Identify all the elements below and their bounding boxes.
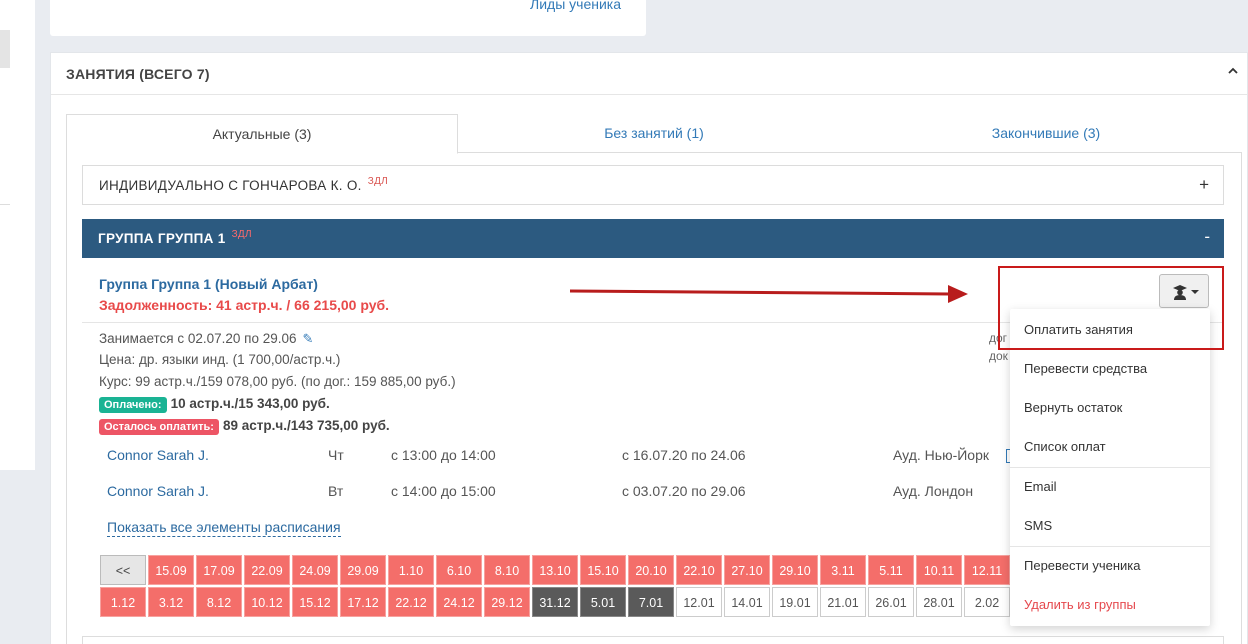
- schedule-time: с 14:00 до 15:00: [391, 483, 496, 499]
- price-info: Цена: др. языки инд. (1 700,00/астр.ч.): [99, 352, 341, 367]
- calendar-day[interactable]: 29.10: [772, 555, 818, 585]
- schedule-dates: с 03.07.20 по 29.06: [622, 483, 746, 499]
- teacher-link[interactable]: Connor Sarah J.: [107, 483, 209, 499]
- calendar-day[interactable]: 8.12: [196, 587, 242, 617]
- calendar-day[interactable]: 28.01: [916, 587, 962, 617]
- menu-sms[interactable]: SMS: [1010, 507, 1210, 545]
- calendar-day[interactable]: 12.11: [964, 555, 1010, 585]
- calendar-day[interactable]: 29.12: [484, 587, 530, 617]
- calendar-day[interactable]: 27.10: [724, 555, 770, 585]
- accordion-group[interactable]: ГРУППА ГРУППА 1 ЗДЛ -: [82, 219, 1224, 258]
- teacher-link[interactable]: Connor Sarah J.: [107, 447, 209, 463]
- schedule-day: Вт: [328, 483, 344, 499]
- left-sidebar-tab[interactable]: [0, 30, 10, 68]
- arrow-right-icon: [570, 285, 968, 303]
- calendar-day[interactable]: 22.09: [244, 555, 290, 585]
- period-info: Занимается с 02.07.20 по 29.06 ✎: [99, 331, 313, 347]
- accordion-individual[interactable]: ИНДИВИДУАЛЬНО С ГОНЧАРОВА К. О. ЗДЛ +: [82, 165, 1224, 205]
- menu-remove-from-group[interactable]: Удалить из группы: [1010, 586, 1210, 624]
- calendar-day[interactable]: 22.10: [676, 555, 722, 585]
- group-debt: Задолженность: 41 астр.ч. / 66 215,00 ру…: [99, 297, 390, 313]
- remain-info: Осталось оплатить: 89 астр.ч./143 735,00 …: [99, 418, 390, 435]
- zdl-tag: ЗДЛ: [367, 176, 389, 187]
- chevron-up-icon[interactable]: [1227, 65, 1239, 77]
- remain-value: 89 астр.ч./143 735,00 руб.: [222, 418, 390, 433]
- left-sidebar: [0, 0, 35, 470]
- annotation-highlight-box: [998, 266, 1224, 350]
- calendar-day[interactable]: 3.12: [148, 587, 194, 617]
- calendar-day[interactable]: 17.12: [340, 587, 386, 617]
- calendar-day[interactable]: 8.10: [484, 555, 530, 585]
- calendar-day[interactable]: 15.09: [148, 555, 194, 585]
- calendar-day[interactable]: 15.10: [580, 555, 626, 585]
- zdl-tag: ЗДЛ: [231, 229, 252, 240]
- calendar-day[interactable]: 21.01: [820, 587, 866, 617]
- schedule-row: Connor Sarah J. Чт с 13:00 до 14:00 с 16…: [107, 447, 1007, 467]
- collapse-icon[interactable]: -: [1204, 227, 1210, 247]
- calendar-day[interactable]: 10.11: [916, 555, 962, 585]
- menu-refund-balance[interactable]: Вернуть остаток: [1010, 389, 1210, 427]
- calendar-day[interactable]: 7.01: [628, 587, 674, 617]
- calendar-day[interactable]: 13.10: [532, 555, 578, 585]
- calendar-day[interactable]: 15.12: [292, 587, 338, 617]
- calendar-day[interactable]: 26.01: [868, 587, 914, 617]
- schedule-dates: с 16.07.20 по 24.06: [622, 447, 746, 463]
- menu-transfer-student[interactable]: Перевести ученика: [1010, 547, 1210, 585]
- show-all-schedule-link[interactable]: Показать все элементы расписания: [107, 519, 341, 537]
- expand-icon[interactable]: +: [1199, 175, 1209, 195]
- calendar-day[interactable]: 24.09: [292, 555, 338, 585]
- pencil-icon[interactable]: ✎: [303, 331, 314, 347]
- tab-no-lessons[interactable]: Без занятий (1): [458, 114, 850, 153]
- group-name-link[interactable]: Группа Группа 1 (Новый Арбат): [99, 276, 318, 292]
- calendar-day[interactable]: 17.09: [196, 555, 242, 585]
- student-actions-menu: Оплатить занятия Перевести средства Верн…: [1010, 309, 1210, 626]
- paid-info: Оплачено: 10 астр.ч./15 343,00 руб.: [99, 396, 330, 413]
- calendar-day[interactable]: 5.01: [580, 587, 626, 617]
- schedule-row: Connor Sarah J. Вт с 14:00 до 15:00 с 03…: [107, 483, 1007, 503]
- leads-link[interactable]: Лиды ученика: [530, 0, 621, 12]
- calendar-day[interactable]: 3.11: [820, 555, 866, 585]
- calendar-day[interactable]: 1.12: [100, 587, 146, 617]
- paid-badge: Оплачено:: [99, 397, 167, 413]
- accordion-title: ГРУППА ГРУППА 1 ЗДЛ: [98, 229, 252, 246]
- top-card: Лиды ученика: [50, 0, 646, 36]
- calendar-day[interactable]: 31.12: [532, 587, 578, 617]
- tab-actual[interactable]: Актуальные (3): [66, 114, 458, 154]
- paid-value: 10 астр.ч./15 343,00 руб.: [170, 396, 330, 411]
- calendar-day[interactable]: 22.12: [388, 587, 434, 617]
- next-accordion: [82, 636, 1224, 644]
- course-info: Курс: 99 астр.ч./159 078,00 руб. (по дог…: [99, 374, 456, 389]
- menu-payments-list[interactable]: Список оплат: [1010, 428, 1210, 466]
- calendar-day[interactable]: 6.10: [436, 555, 482, 585]
- contract-text: док: [989, 349, 1008, 363]
- menu-email[interactable]: Email: [1010, 468, 1210, 506]
- tab-finished[interactable]: Закончившие (3): [850, 114, 1242, 153]
- panel-header[interactable]: ЗАНЯТИЯ (ВСЕГО 7): [51, 53, 1247, 95]
- panel-title: ЗАНЯТИЯ (ВСЕГО 7): [66, 66, 210, 82]
- calendar-day[interactable]: 10.12: [244, 587, 290, 617]
- lessons-tabs: Актуальные (3) Без занятий (1) Закончивш…: [66, 114, 1242, 154]
- calendar-day[interactable]: 2.02: [964, 587, 1010, 617]
- left-sidebar-divider: [0, 204, 10, 205]
- accordion-title: ИНДИВИДУАЛЬНО С ГОНЧАРОВА К. О. ЗДЛ: [99, 176, 389, 193]
- calendar-day[interactable]: 12.01: [676, 587, 722, 617]
- schedule-day: Чт: [328, 447, 344, 463]
- remain-badge: Осталось оплатить:: [99, 419, 219, 435]
- calendar-day[interactable]: 5.11: [868, 555, 914, 585]
- menu-transfer-funds[interactable]: Перевести средства: [1010, 350, 1210, 388]
- schedule-room: Ауд. Нью-Йорк: [893, 447, 989, 463]
- calendar-prev-button[interactable]: <<: [100, 555, 146, 585]
- calendar-day[interactable]: 20.10: [628, 555, 674, 585]
- calendar-day[interactable]: 1.10: [388, 555, 434, 585]
- calendar-day[interactable]: 14.01: [724, 587, 770, 617]
- calendar-day[interactable]: 29.09: [340, 555, 386, 585]
- calendar-day[interactable]: 24.12: [436, 587, 482, 617]
- period-text: Занимается с 02.07.20 по 29.06: [99, 331, 297, 346]
- calendar-day[interactable]: 19.01: [772, 587, 818, 617]
- schedule-room: Ауд. Лондон: [893, 483, 974, 499]
- schedule-time: с 13:00 до 14:00: [391, 447, 496, 463]
